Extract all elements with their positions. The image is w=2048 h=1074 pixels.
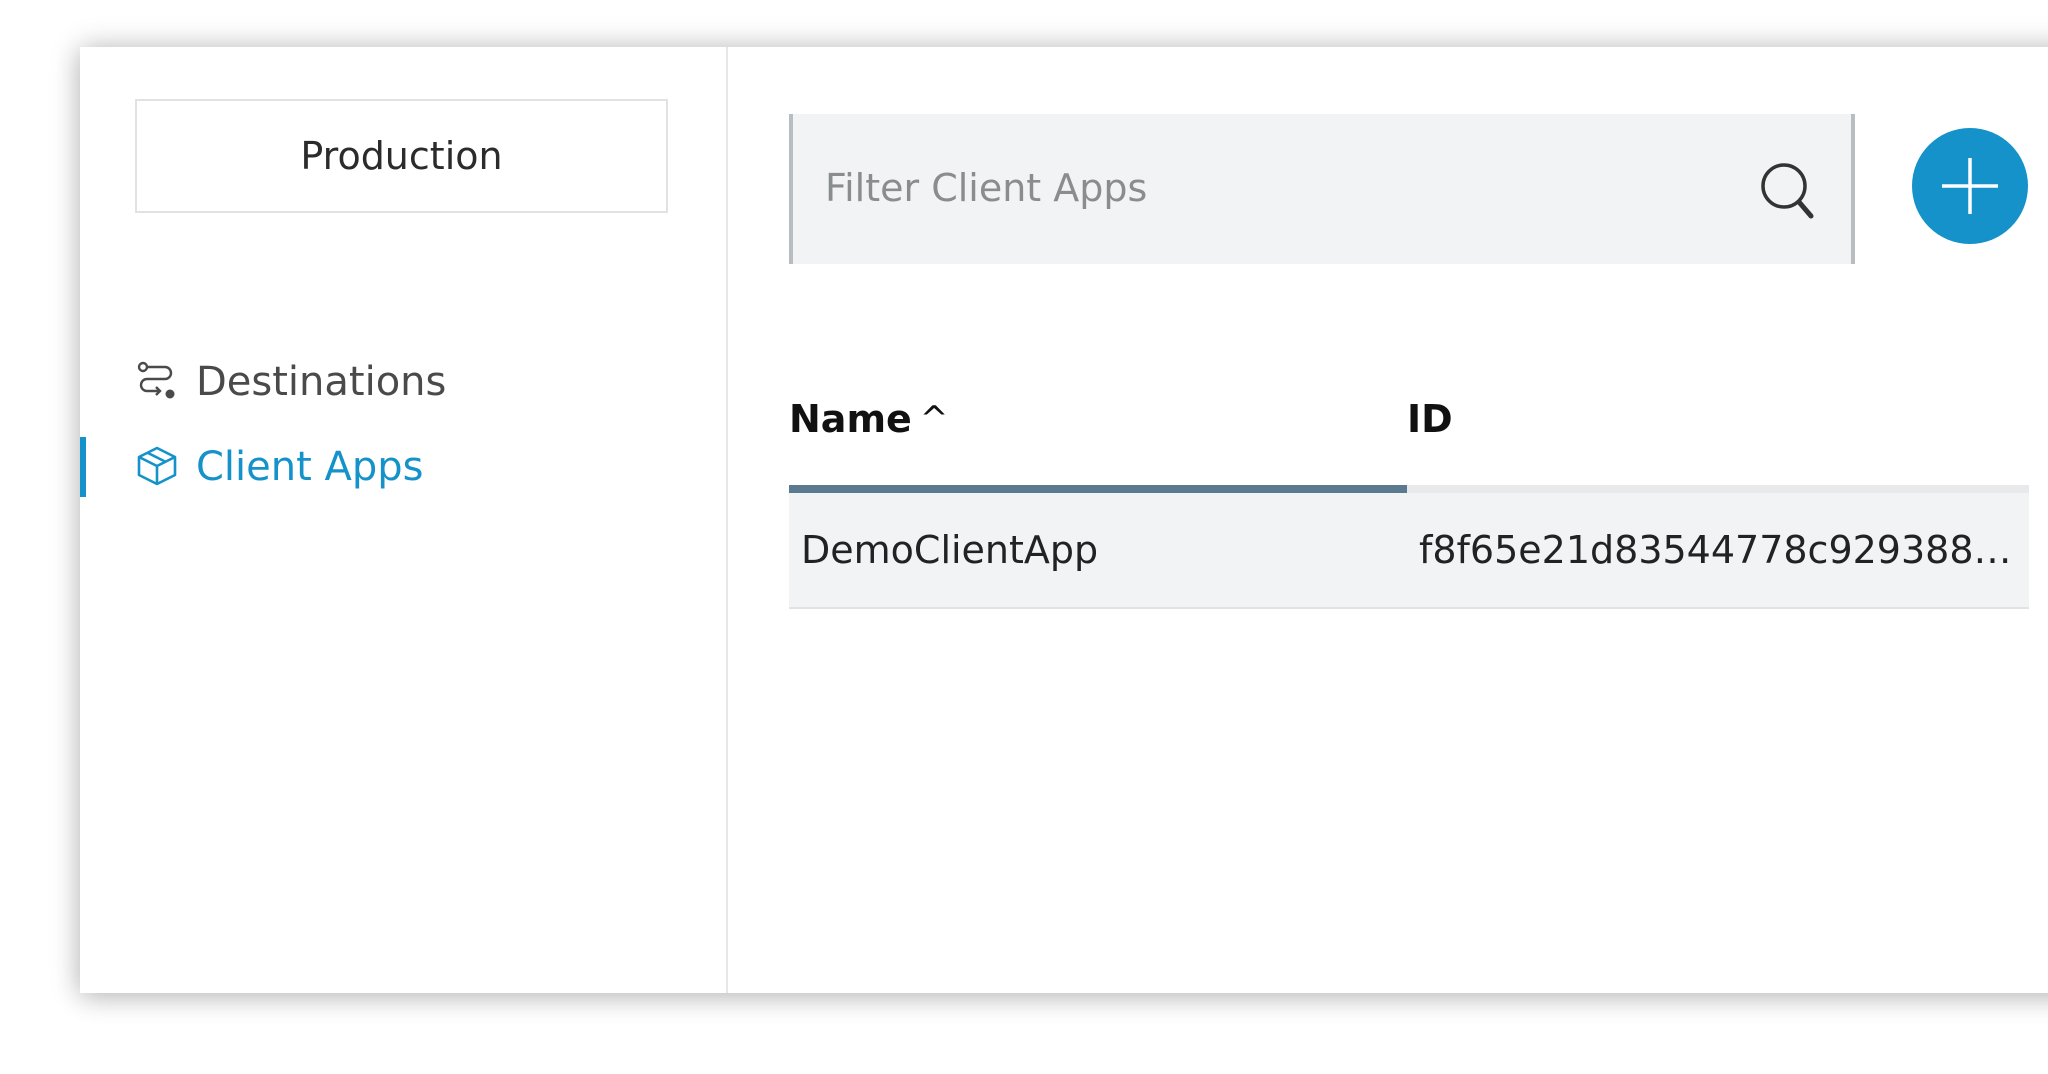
cell-name: DemoClientApp bbox=[801, 528, 1099, 572]
column-header-name[interactable]: Name ^ bbox=[789, 392, 948, 446]
plus-icon bbox=[1942, 158, 1998, 214]
environment-selector[interactable]: Production bbox=[135, 99, 668, 213]
sidebar-item-label: Destinations bbox=[196, 359, 447, 405]
active-indicator bbox=[80, 437, 86, 497]
route-icon bbox=[137, 361, 175, 399]
main-content: Name^ ID DemoClientApp f8f65e21d83544778… bbox=[728, 47, 2048, 993]
box-icon bbox=[137, 446, 177, 486]
environment-label: Production bbox=[300, 134, 503, 178]
column-header-label: ID bbox=[1407, 397, 1453, 441]
sidebar-item-destinations[interactable]: Destinations bbox=[80, 352, 726, 412]
search-input[interactable] bbox=[823, 114, 1727, 262]
column-header-id[interactable]: ID bbox=[1407, 392, 1453, 446]
sidebar: Production Destinations Client Apps bbox=[80, 47, 728, 993]
search-icon[interactable] bbox=[1757, 159, 1819, 221]
cell-id: f8f65e21d83544778c9293889... bbox=[1419, 528, 2013, 572]
table-row[interactable]: DemoClientApp f8f65e21d83544778c9293889.… bbox=[789, 493, 2029, 609]
column-header-label: Name bbox=[789, 397, 912, 441]
sorted-column-indicator bbox=[789, 485, 1407, 493]
sidebar-item-label: Client Apps bbox=[196, 444, 424, 490]
search-box bbox=[789, 114, 1855, 264]
sort-ascending-icon: ^ bbox=[919, 399, 949, 439]
sidebar-item-client-apps[interactable]: Client Apps bbox=[80, 437, 726, 497]
add-client-app-button[interactable] bbox=[1912, 128, 2028, 244]
app-window: Production Destinations Client Apps Filt… bbox=[80, 47, 2048, 993]
